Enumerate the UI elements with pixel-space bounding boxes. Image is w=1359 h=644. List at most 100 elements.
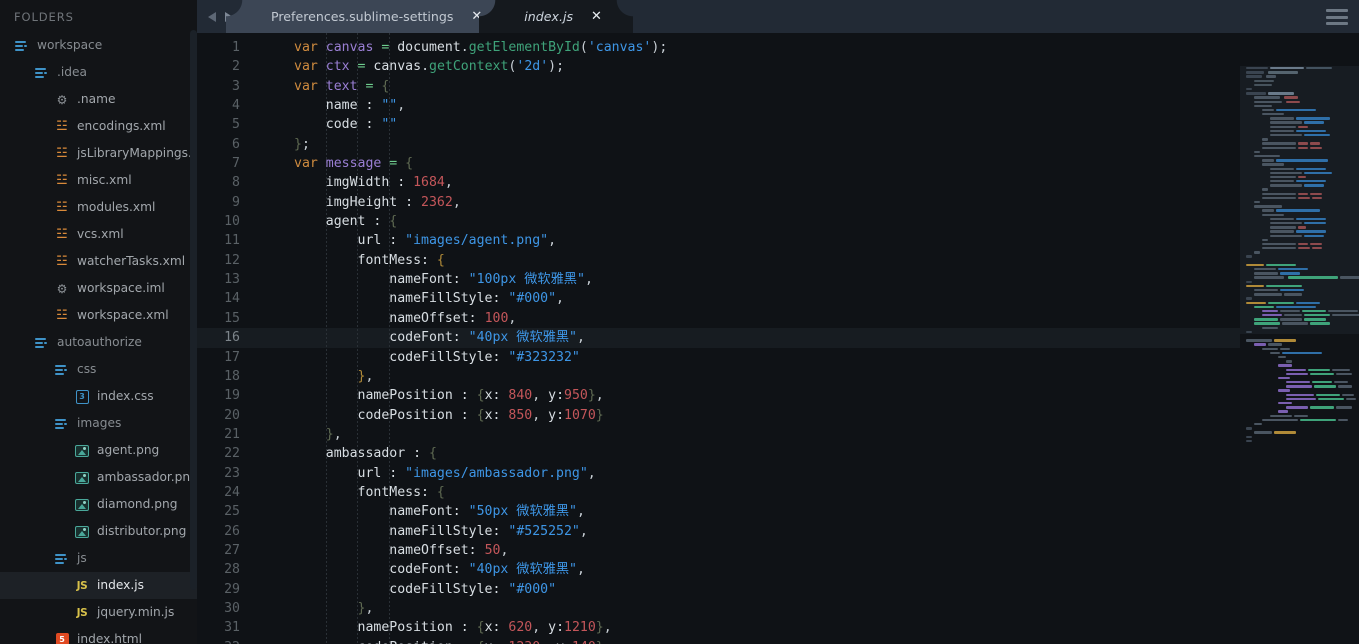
sidebar-item-agent-png[interactable]: agent.png [0, 437, 197, 464]
tab-index-js[interactable]: index.js ✕ [479, 0, 633, 33]
nav-prev-icon[interactable] [207, 11, 216, 22]
folder-icon [14, 38, 30, 54]
line-number: 23 [224, 465, 240, 481]
sidebar-item-label: index.html [77, 632, 142, 644]
image-file-icon [74, 443, 90, 459]
xml-file-icon: ☳ [56, 146, 68, 161]
sidebar-item-index-js[interactable]: JS index.js [0, 572, 197, 599]
line-number-gutter: 1 2 3 4 5 6 7 8 9 10 11 12 13 14 15 16 17 18 19 20 21 22 23 24 2… [197, 33, 253, 644]
js-file-icon: JS [76, 606, 88, 619]
folder-icon [34, 65, 50, 81]
xml-file-icon: ☳ [56, 254, 68, 269]
source-code[interactable]: var canvas = document.getElementById('ca… [253, 38, 1359, 644]
minimap-content [1240, 66, 1359, 443]
sidebar-item-label: index.js [97, 578, 144, 593]
folder-icon [34, 335, 50, 351]
line-number: 8 [232, 175, 240, 191]
sidebar-item-label: agent.png [97, 443, 160, 458]
code-line: codeFillStyle: "#323232" [294, 349, 580, 365]
minimap-line [1240, 439, 1359, 443]
sidebar-item-misc-xml[interactable]: ☳ misc.xml [0, 167, 197, 194]
line-number: 7 [232, 156, 240, 172]
line-number: 27 [224, 542, 240, 558]
sidebar-item-label: images [77, 416, 122, 431]
line-number: 1 [232, 40, 240, 55]
line-number: 28 [224, 562, 240, 578]
sidebar-item-label: .idea [57, 65, 87, 80]
sidebar-item-label: workspace [37, 38, 103, 53]
sidebar-item-label: modules.xml [77, 200, 156, 215]
line-number: 19 [224, 388, 240, 404]
sidebar-item-label: jquery.min.js [97, 605, 175, 620]
sidebar-item-workspace-iml[interactable]: ⚙ workspace.iml [0, 275, 197, 302]
code-line: }, [357, 600, 374, 616]
line-number: 31 [224, 620, 240, 636]
hamburger-menu-icon[interactable] [1326, 9, 1348, 25]
css-file-icon: 3 [74, 389, 90, 405]
sidebar-scrollbar[interactable] [190, 30, 197, 590]
sidebar-item-index-css[interactable]: 3 index.css [0, 383, 197, 410]
line-number: 25 [224, 504, 240, 520]
sidebar-item-diamond-png[interactable]: diamond.png [0, 491, 197, 518]
image-file-icon [74, 497, 90, 513]
line-number: 9 [232, 194, 240, 210]
tab-bar: Preferences.sublime-settings ✕ index.js … [197, 0, 1359, 33]
sidebar-item-css[interactable]: css [0, 356, 197, 383]
sidebar-item-jslibrarymappings-xml[interactable]: ☳ jsLibraryMappings.xml [0, 140, 197, 167]
code-line: imgHeight : 2362, [294, 194, 461, 210]
line-number: 13 [224, 272, 240, 288]
sidebar-item-index-html[interactable]: 5 index.html [0, 626, 197, 644]
code-line: nameFillStyle: "#000", [294, 291, 564, 307]
code-line: var ctx = canvas.getContext('2d'); [294, 59, 565, 75]
code-minimap[interactable] [1240, 66, 1359, 644]
sidebar-item-autoauthorize[interactable]: autoauthorize [0, 329, 197, 356]
line-number: 6 [232, 136, 240, 152]
html-file-icon: 5 [54, 632, 70, 644]
line-number: 26 [224, 523, 240, 539]
code-line: }, [357, 368, 374, 384]
sidebar-item-ambassador-png[interactable]: ambassador.png [0, 464, 197, 491]
folder-icon [54, 416, 70, 432]
sidebar-item--name[interactable]: ⚙ .name [0, 86, 197, 113]
code-area[interactable]: var canvas = document.getElementById('ca… [253, 33, 1359, 644]
code-line: url : "images/ambassador.png", [294, 465, 596, 481]
code-line: }, [325, 426, 342, 442]
sublime-text-window: FOLDERS workspace .idea ⚙ .name ☳ encodings.x… [0, 0, 1359, 644]
sidebar-item-jquery-min-js[interactable]: JS jquery.min.js [0, 599, 197, 626]
sidebar-item-encodings-xml[interactable]: ☳ encodings.xml [0, 113, 197, 140]
line-number: 2 [232, 59, 240, 75]
sidebar-item-watchertasks-xml[interactable]: ☳ watcherTasks.xml [0, 248, 197, 275]
sidebar-item--idea[interactable]: .idea [0, 59, 197, 86]
xml-file-icon: ☳ [56, 308, 68, 323]
tab-preferences-sublime-settings[interactable]: Preferences.sublime-settings ✕ [225, 0, 514, 33]
line-number: 5 [232, 117, 240, 133]
sidebar-item-label: ambassador.png [97, 470, 197, 485]
sidebar-item-modules-xml[interactable]: ☳ modules.xml [0, 194, 197, 221]
sidebar-item-workspace[interactable]: workspace [0, 32, 197, 59]
code-line: codeFont: "40px 微软雅黑", [294, 562, 585, 578]
sidebar-item-label: js [77, 551, 87, 566]
sidebar-item-label: diamond.png [97, 497, 178, 512]
folder-icon [54, 551, 70, 567]
sidebar-item-distributor-png[interactable]: distributor.png [0, 518, 197, 545]
sidebar-item-workspace-xml[interactable]: ☳ workspace.xml [0, 302, 197, 329]
sidebar-item-js[interactable]: js [0, 545, 197, 572]
gear-icon: ⚙ [56, 92, 68, 107]
code-line: code : "" [294, 117, 398, 133]
sidebar-item-label: css [77, 362, 97, 377]
sidebar-item-label: workspace.xml [77, 308, 169, 323]
sidebar-item-images[interactable]: images [0, 410, 197, 437]
line-number: 3 [232, 78, 240, 94]
sidebar-item-vcs-xml[interactable]: ☳ vcs.xml [0, 221, 197, 248]
code-line: nameOffset: 100, [294, 310, 517, 326]
code-editor: 1 2 3 4 5 6 7 8 9 10 11 12 13 14 15 16 17 18 19 20 21 22 23 24 2… [197, 33, 1359, 644]
sidebar-item-label: autoauthorize [57, 335, 142, 350]
code-line: ambassador : { [294, 446, 437, 462]
sidebar-item-label: misc.xml [77, 173, 132, 188]
folder-icon [54, 362, 70, 378]
code-line: codePosition : {x: 1230, y:140} [294, 640, 604, 644]
code-line: }; [294, 136, 310, 152]
close-icon[interactable]: ✕ [591, 10, 602, 23]
line-number: 16 [197, 328, 253, 348]
code-line: fontMess: { [294, 484, 445, 500]
